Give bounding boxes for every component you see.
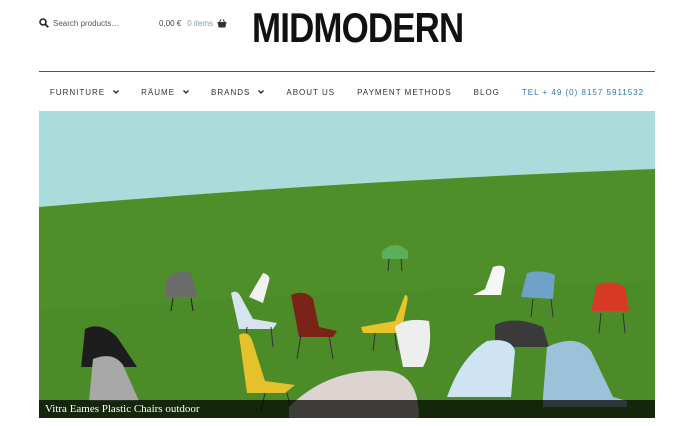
- header-divider: [39, 71, 655, 72]
- chevron-down-icon: [113, 90, 120, 94]
- search-input[interactable]: [53, 18, 153, 28]
- nav-item-raeume[interactable]: RÄUME: [141, 88, 189, 97]
- nav-item-label: BRANDS: [211, 87, 251, 97]
- nav-item-label: FURNITURE: [49, 87, 106, 97]
- main-navigation: FURNITURE RÄUME BRANDS ABOUT US PAYMENT …: [39, 84, 655, 100]
- hero-caption: Vitra Eames Plastic Chairs outdoor: [39, 400, 655, 418]
- cart-amount[interactable]: 0,00 €: [159, 19, 181, 28]
- nav-item-telephone[interactable]: TEL + 49 (0) 8157 5911532: [522, 88, 644, 97]
- nav-item-brands[interactable]: BRANDS: [211, 87, 265, 97]
- nav-item-blog[interactable]: BLOG: [474, 88, 500, 97]
- cart-link[interactable]: 0,00 € 0 items: [159, 16, 227, 30]
- search-icon[interactable]: [39, 18, 49, 28]
- nav-item-label: ABOUT US: [286, 87, 336, 97]
- nav-item-furniture[interactable]: FURNITURE: [49, 87, 120, 97]
- nav-item-label: RÄUME: [141, 87, 176, 97]
- nav-item-label: TEL + 49 (0) 8157 5911532: [521, 87, 645, 97]
- site-logo[interactable]: MIDMODERN: [252, 3, 464, 53]
- nav-item-label: PAYMENT METHODS: [357, 87, 452, 97]
- cart-item-count[interactable]: 0 items: [187, 19, 213, 28]
- chevron-down-icon: [183, 90, 189, 94]
- nav-item-payment-methods[interactable]: PAYMENT METHODS: [357, 88, 452, 97]
- chevron-down-icon: [258, 90, 265, 94]
- hero-scene: [39, 111, 655, 418]
- hero-image[interactable]: Vitra Eames Plastic Chairs outdoor: [39, 111, 655, 418]
- search-bar[interactable]: [39, 16, 153, 30]
- basket-icon[interactable]: [217, 18, 227, 28]
- nav-item-label: BLOG: [473, 87, 500, 97]
- nav-item-about-us[interactable]: ABOUT US: [286, 88, 335, 97]
